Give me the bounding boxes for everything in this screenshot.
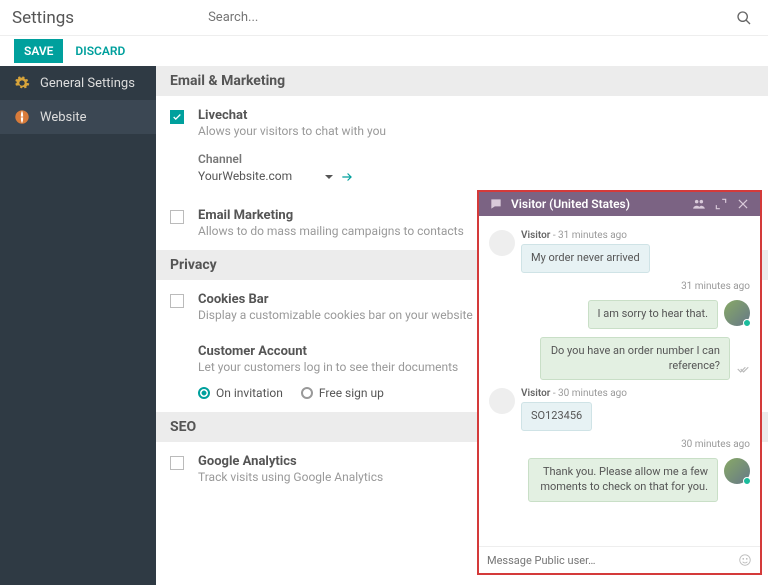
- livechat-desc: Alows your visitors to chat with you: [198, 124, 754, 138]
- sidebar-item-label: General Settings: [40, 76, 135, 91]
- globe-icon: [14, 109, 30, 125]
- radio-label: Free sign up: [319, 386, 384, 400]
- expand-icon[interactable]: [714, 197, 728, 211]
- livechat-checkbox[interactable]: [170, 110, 184, 124]
- sidebar-item-website[interactable]: Website: [0, 100, 156, 134]
- users-icon[interactable]: [692, 197, 706, 211]
- delivered-check-icon: [736, 362, 750, 376]
- avatar: [489, 230, 515, 256]
- close-icon[interactable]: [736, 197, 750, 211]
- avatar: [724, 458, 750, 484]
- presence-dot-icon: [743, 319, 751, 327]
- msg-time: 30 minutes ago: [489, 439, 750, 450]
- channel-label: Channel: [198, 152, 754, 166]
- section-email-marketing: Email & Marketing: [156, 66, 768, 96]
- channel-select[interactable]: YourWebsite.com: [198, 169, 318, 184]
- discard-button[interactable]: DISCARD: [75, 44, 125, 58]
- page-title: Settings: [12, 8, 74, 28]
- msg-author: Visitor: [521, 230, 550, 241]
- arrow-right-icon[interactable]: [340, 170, 354, 184]
- avatar: [489, 388, 515, 414]
- radio-on-invitation[interactable]: On invitation: [198, 386, 283, 400]
- cookies-checkbox[interactable]: [170, 294, 184, 308]
- chat-message: SO123456: [521, 402, 592, 431]
- google-analytics-checkbox[interactable]: [170, 456, 184, 470]
- chat-bubble-icon: [489, 197, 503, 211]
- msg-time: - 30 minutes ago: [553, 388, 627, 399]
- chat-message: My order never arrived: [521, 244, 650, 273]
- radio-label: On invitation: [216, 386, 283, 400]
- gear-icon: [14, 75, 30, 91]
- sidebar-item-general-settings[interactable]: General Settings: [0, 66, 156, 100]
- msg-author: Visitor: [521, 388, 550, 399]
- avatar: [724, 300, 750, 326]
- search-icon[interactable]: [736, 10, 752, 26]
- chat-message: Do you have an order number I can refere…: [540, 337, 730, 381]
- radio-free-signup[interactable]: Free sign up: [301, 386, 384, 400]
- msg-time: 31 minutes ago: [489, 281, 750, 292]
- presence-dot-icon: [743, 477, 751, 485]
- radio-dot-icon: [198, 387, 210, 399]
- chat-title: Visitor (United States): [511, 197, 684, 211]
- chat-message: I am sorry to hear that.: [588, 300, 718, 329]
- livechat-title: Livechat: [198, 108, 754, 123]
- save-button[interactable]: SAVE: [14, 39, 63, 63]
- chat-widget: Visitor (United States) Visitor - 31 min…: [477, 190, 762, 575]
- msg-time: - 31 minutes ago: [553, 230, 627, 241]
- caret-down-icon[interactable]: [324, 172, 334, 182]
- email-marketing-checkbox[interactable]: [170, 210, 184, 224]
- sidebar: General Settings Website: [0, 66, 156, 585]
- chat-input[interactable]: [487, 554, 738, 567]
- chat-message: Thank you. Please allow me a few moments…: [528, 458, 718, 502]
- chat-body: Visitor - 31 minutes ago My order never …: [479, 216, 760, 546]
- radio-dot-icon: [301, 387, 313, 399]
- sidebar-item-label: Website: [40, 110, 87, 125]
- emoji-icon[interactable]: [738, 553, 752, 567]
- search-input[interactable]: [204, 6, 736, 29]
